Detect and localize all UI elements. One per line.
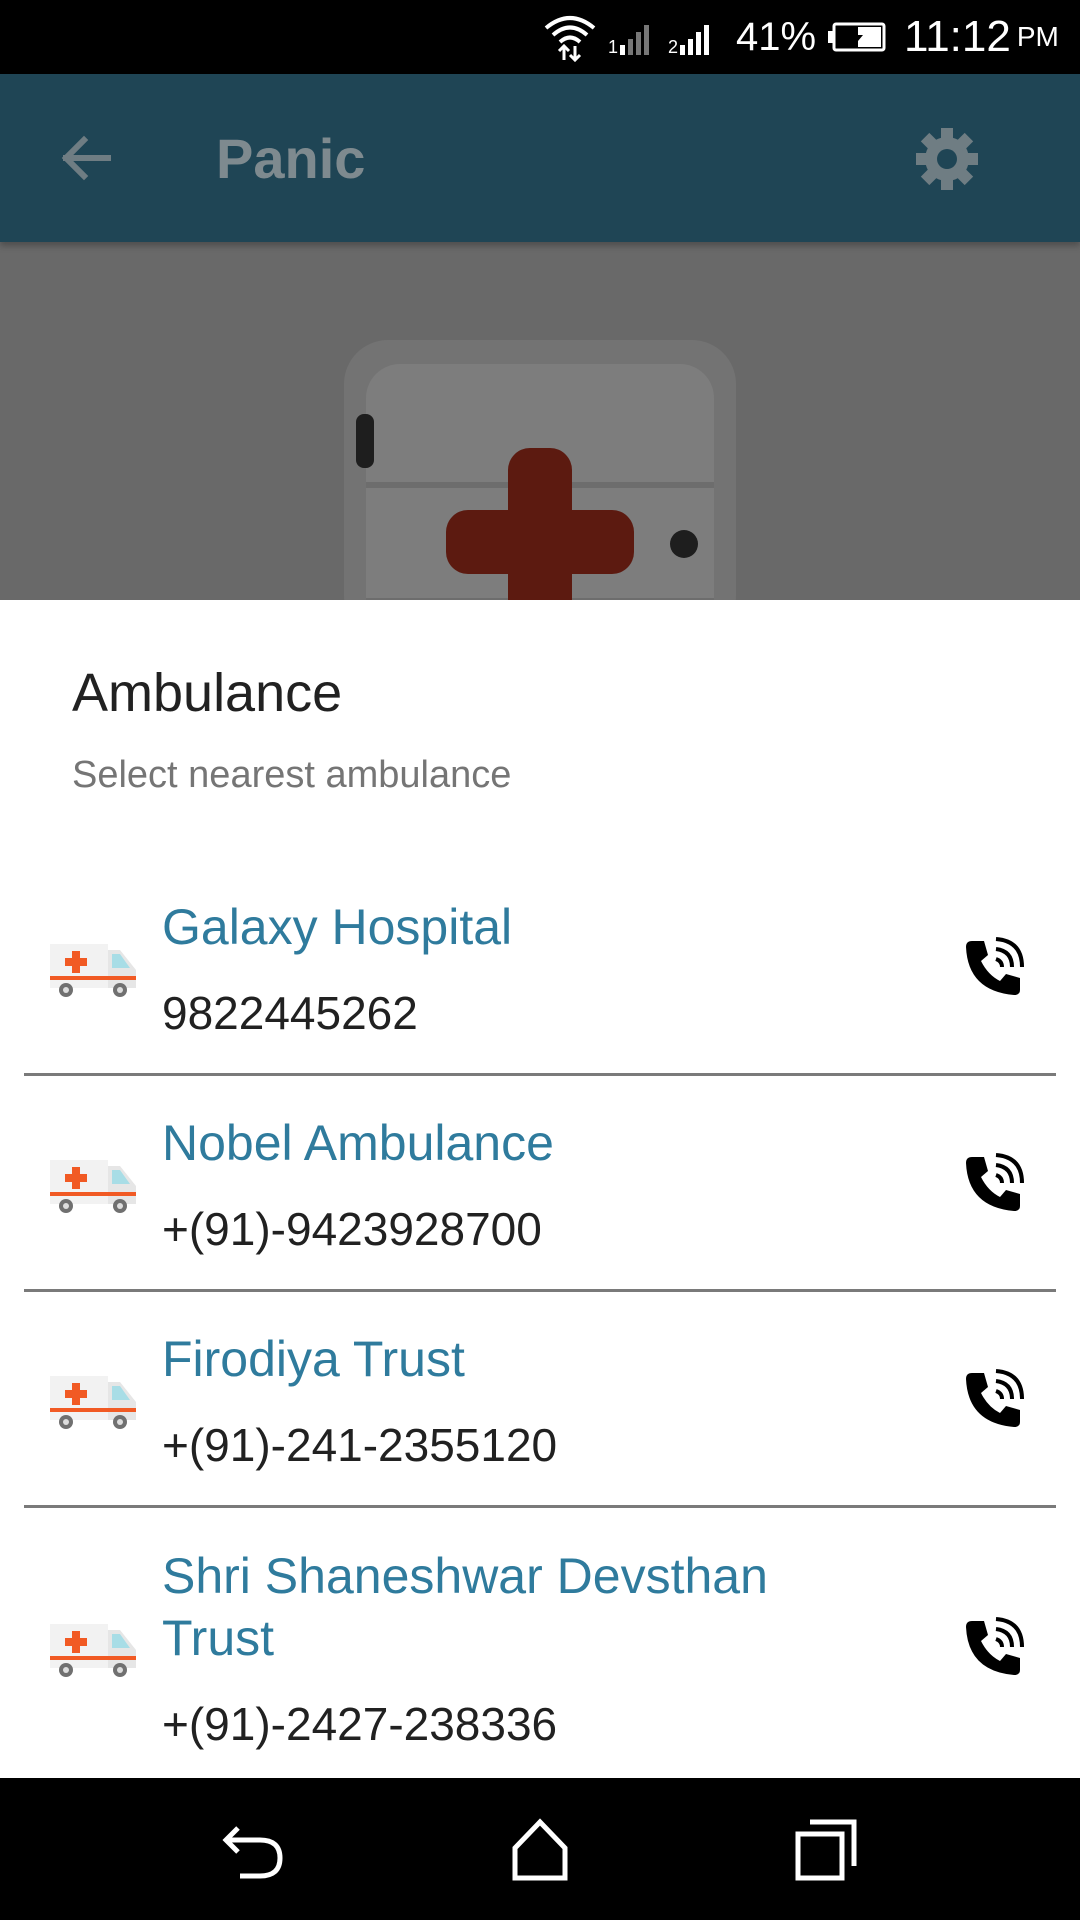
item-phone: 9822445262 (162, 987, 418, 1039)
ambulance-dialog: Ambulance Select nearest ambulance Galax… (0, 600, 1080, 1778)
list-item[interactable]: Galaxy Hospital 9822445262 (0, 860, 1080, 1076)
list-item[interactable]: Shri Shaneshwar Devsthan Trust +(91)-242… (0, 1508, 1080, 1778)
clock: 11:12 PM (904, 0, 1059, 74)
battery-percent: 41% (736, 14, 817, 59)
arrow-left-icon[interactable] (56, 128, 116, 188)
item-name: Nobel Ambulance (162, 1115, 554, 1171)
battery-charging-icon (828, 0, 886, 74)
wifi-icon (542, 0, 600, 74)
clock-ampm: PM (1016, 21, 1059, 52)
list-item[interactable]: Nobel Ambulance +(91)-9423928700 (0, 1076, 1080, 1292)
item-phone: +(91)-2427-238336 (162, 1698, 558, 1750)
clock-time: 11:12 (904, 12, 1011, 61)
signal-icon: 2 (668, 0, 720, 74)
phone-call-icon[interactable] (962, 1617, 1024, 1679)
item-phone: +(91)-241-2355120 (162, 1419, 558, 1471)
ambulance-icon (48, 1618, 140, 1678)
ambulance-icon (48, 938, 140, 998)
toolbar-title: Panic (216, 127, 366, 190)
svg-text:2: 2 (668, 37, 678, 55)
phone-call-icon[interactable] (962, 1369, 1024, 1431)
status-bar: 1 2 41% 11:12 PM (0, 0, 1080, 74)
dialog-subtitle: Select nearest ambulance (72, 754, 512, 796)
ambulance-list: Galaxy Hospital 9822445262 Nobel Ambulan… (0, 860, 1080, 1778)
svg-text:1: 1 (608, 37, 618, 55)
first-aid-kit-icon (344, 340, 736, 648)
dialog-title: Ambulance (72, 663, 343, 723)
ambulance-icon (48, 1154, 140, 1214)
home-icon[interactable] (505, 1814, 575, 1884)
item-name: Shri Shaneshwar Devsthan Trust (162, 1548, 768, 1666)
item-name: Galaxy Hospital (162, 899, 513, 955)
item-name: Firodiya Trust (162, 1331, 465, 1387)
back-icon[interactable] (218, 1814, 288, 1884)
signal-icon: 1 (608, 0, 658, 74)
ambulance-icon (48, 1370, 140, 1430)
phone-call-icon[interactable] (962, 937, 1024, 999)
gear-icon[interactable] (912, 124, 982, 194)
item-phone: +(91)-9423928700 (162, 1203, 542, 1255)
list-item[interactable]: Firodiya Trust +(91)-241-2355120 (0, 1292, 1080, 1508)
recent-apps-icon[interactable] (792, 1814, 862, 1884)
background-app: Panic (0, 74, 1080, 648)
app-toolbar: Panic (0, 74, 1080, 242)
navigation-bar (0, 1778, 1080, 1920)
phone-call-icon[interactable] (962, 1153, 1024, 1215)
